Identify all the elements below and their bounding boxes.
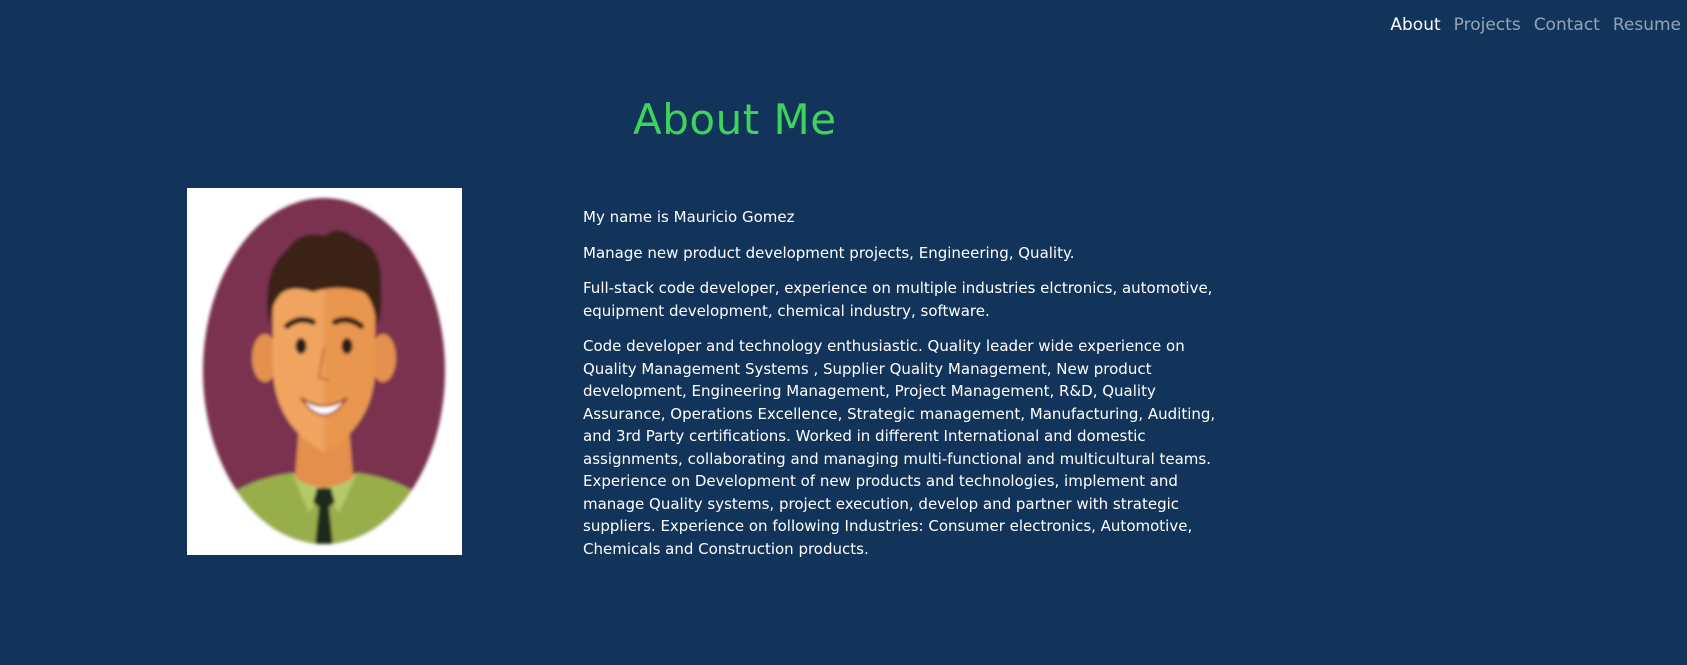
bio-role: Manage new product development projects,… xyxy=(583,243,1075,262)
profile-avatar xyxy=(187,188,462,555)
cartoon-man-avatar-icon xyxy=(203,198,445,544)
bio-developer: Full-stack code developer, experience on… xyxy=(583,279,1213,320)
top-navigation: About Projects Contact Resume xyxy=(1390,15,1681,35)
bio-experience: Code developer and technology enthusiast… xyxy=(583,337,1216,558)
nav-link-projects[interactable]: Projects xyxy=(1454,15,1521,35)
page-title: About Me xyxy=(633,95,837,144)
nav-link-resume[interactable]: Resume xyxy=(1613,15,1681,35)
nav-link-contact[interactable]: Contact xyxy=(1534,15,1600,35)
about-bio: My name is Mauricio Gomez Manage new pro… xyxy=(583,206,1238,573)
bio-name: My name is Mauricio Gomez xyxy=(583,208,795,226)
nav-link-about[interactable]: About xyxy=(1390,15,1440,35)
